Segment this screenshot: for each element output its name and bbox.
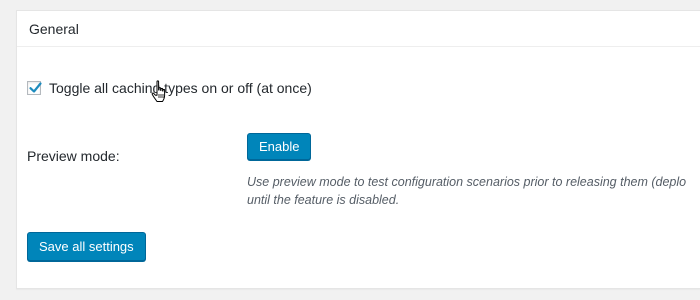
general-settings-box: General Toggle all caching types on or o… <box>16 10 700 289</box>
preview-mode-label: Preview mode: <box>27 148 120 164</box>
description-line-1: Use preview mode to test configuration s… <box>247 175 687 189</box>
toggle-all-label[interactable]: Toggle all caching types on or off (at o… <box>49 80 312 96</box>
description-line-2: until the feature is disabled. <box>247 193 400 207</box>
preview-mode-description: Use preview mode to test configuration s… <box>247 173 700 209</box>
section-header: General <box>17 11 700 47</box>
toggle-all-checkbox[interactable] <box>27 81 42 95</box>
save-all-settings-button[interactable]: Save all settings <box>27 232 146 261</box>
checkmark-icon <box>29 82 42 93</box>
toggle-all-caching-row[interactable]: Toggle all caching types on or off (at o… <box>27 80 312 96</box>
section-title: General <box>29 20 79 37</box>
enable-preview-button[interactable]: Enable <box>247 133 312 160</box>
